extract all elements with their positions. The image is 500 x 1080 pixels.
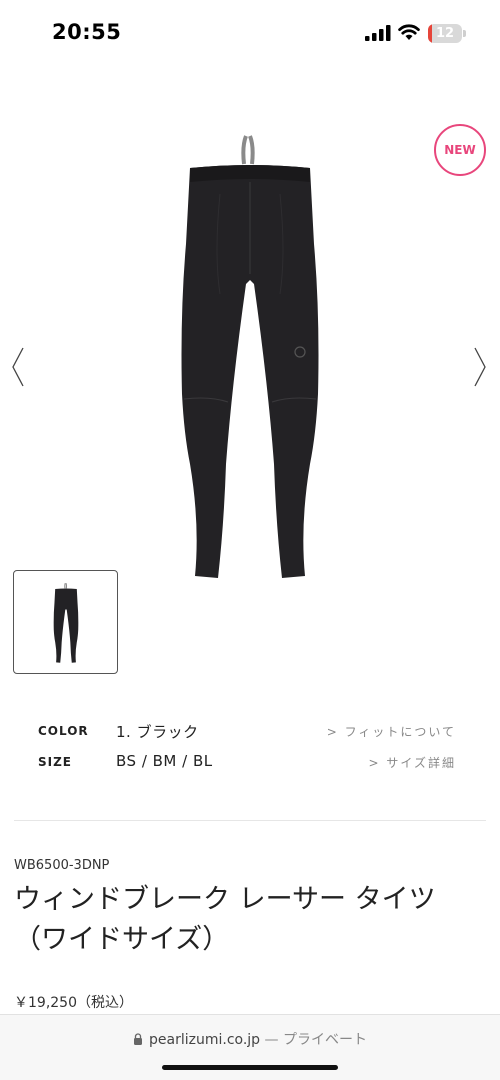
size-detail-link[interactable]: > サイズ詳細 <box>368 754 456 771</box>
status-time: 20:55 <box>52 20 122 44</box>
private-mode-label: プライベート <box>282 1032 367 1048</box>
thumbnail-tights-image <box>53 583 79 663</box>
product-price: ￥19,250（税込） <box>14 995 133 1011</box>
size-row: SIZE BS / BM / BL > サイズ詳細 <box>0 751 500 775</box>
chevron-right-icon[interactable] <box>470 344 490 390</box>
chevron-left-icon[interactable] <box>8 344 28 390</box>
product-code: WB6500-3DNP <box>14 858 110 873</box>
color-row: COLOR 1. ブラック > フィットについて <box>0 720 500 744</box>
fit-info-link[interactable]: > フィットについて <box>327 723 456 740</box>
divider <box>14 820 486 821</box>
battery-level: 12 <box>435 26 455 41</box>
url-domain: pearlizumi.co.jp <box>149 1032 261 1048</box>
new-badge: NEW <box>434 124 486 176</box>
size-label: SIZE <box>38 755 73 769</box>
color-value: 1. ブラック <box>116 723 199 741</box>
product-thumbnail[interactable] <box>13 570 118 674</box>
product-image-carousel[interactable]: NEW <box>0 64 500 578</box>
url-separator: — <box>260 1032 283 1048</box>
home-indicator <box>162 1065 338 1070</box>
color-label: COLOR <box>38 724 89 738</box>
wifi-icon <box>398 24 420 40</box>
lock-icon <box>134 1033 143 1045</box>
product-image-tights <box>181 135 319 578</box>
size-value: BS / BM / BL <box>116 752 213 770</box>
url-display[interactable]: pearlizumi.co.jp — プライベート <box>0 1029 500 1049</box>
signal-icon <box>365 25 391 41</box>
status-bar: 20:55 12 <box>0 0 500 64</box>
browser-address-bar[interactable]: pearlizumi.co.jp — プライベート <box>0 1014 500 1080</box>
battery-icon: 12 <box>428 24 466 43</box>
product-name: ウィンドブレーク レーサー タイツ（ワイドサイズ） <box>14 884 436 955</box>
